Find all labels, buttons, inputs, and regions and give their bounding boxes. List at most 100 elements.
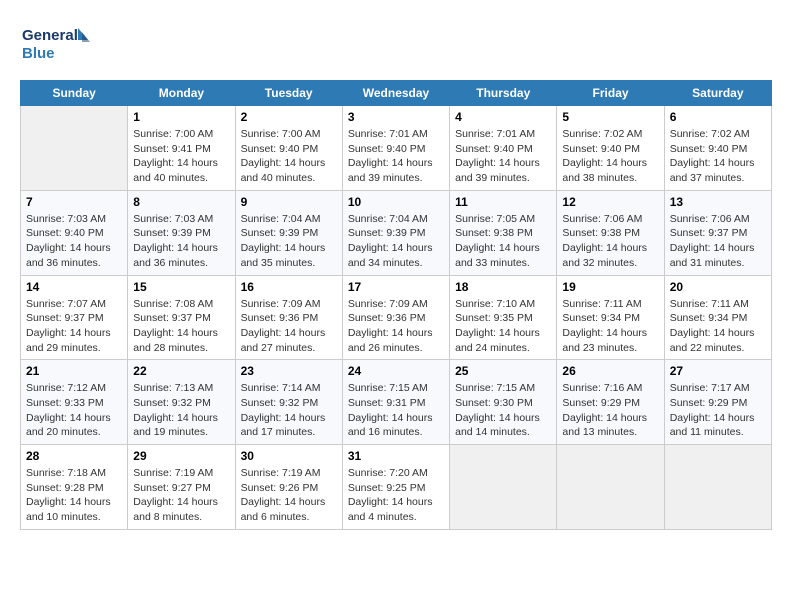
day-number: 17 <box>348 280 444 294</box>
day-number: 6 <box>670 110 766 124</box>
day-number: 21 <box>26 364 122 378</box>
cell-data: Sunrise: 7:12 AM Sunset: 9:33 PM Dayligh… <box>26 381 122 440</box>
cell-data: Sunrise: 7:01 AM Sunset: 9:40 PM Dayligh… <box>348 127 444 186</box>
svg-text:Blue: Blue <box>22 45 55 62</box>
calendar-cell <box>450 445 557 530</box>
day-of-week-header-row: SundayMondayTuesdayWednesdayThursdayFrid… <box>21 81 772 106</box>
cell-data: Sunrise: 7:20 AM Sunset: 9:25 PM Dayligh… <box>348 466 444 525</box>
calendar-cell <box>21 106 128 191</box>
day-number: 14 <box>26 280 122 294</box>
calendar-cell: 27 Sunrise: 7:17 AM Sunset: 9:29 PM Dayl… <box>664 360 771 445</box>
day-number: 15 <box>133 280 229 294</box>
day-number: 27 <box>670 364 766 378</box>
cell-data: Sunrise: 7:16 AM Sunset: 9:29 PM Dayligh… <box>562 381 658 440</box>
day-number: 10 <box>348 195 444 209</box>
calendar-week-row: 14 Sunrise: 7:07 AM Sunset: 9:37 PM Dayl… <box>21 275 772 360</box>
cell-data: Sunrise: 7:02 AM Sunset: 9:40 PM Dayligh… <box>562 127 658 186</box>
calendar-cell: 16 Sunrise: 7:09 AM Sunset: 9:36 PM Dayl… <box>235 275 342 360</box>
day-number: 9 <box>241 195 337 209</box>
calendar-cell: 18 Sunrise: 7:10 AM Sunset: 9:35 PM Dayl… <box>450 275 557 360</box>
calendar-cell: 4 Sunrise: 7:01 AM Sunset: 9:40 PM Dayli… <box>450 106 557 191</box>
calendar-cell: 11 Sunrise: 7:05 AM Sunset: 9:38 PM Dayl… <box>450 190 557 275</box>
calendar-cell: 19 Sunrise: 7:11 AM Sunset: 9:34 PM Dayl… <box>557 275 664 360</box>
day-number: 12 <box>562 195 658 209</box>
calendar-cell: 6 Sunrise: 7:02 AM Sunset: 9:40 PM Dayli… <box>664 106 771 191</box>
logo-svg: General Blue <box>20 20 90 70</box>
cell-data: Sunrise: 7:05 AM Sunset: 9:38 PM Dayligh… <box>455 212 551 271</box>
calendar-cell: 10 Sunrise: 7:04 AM Sunset: 9:39 PM Dayl… <box>342 190 449 275</box>
calendar-cell: 14 Sunrise: 7:07 AM Sunset: 9:37 PM Dayl… <box>21 275 128 360</box>
calendar-cell: 26 Sunrise: 7:16 AM Sunset: 9:29 PM Dayl… <box>557 360 664 445</box>
cell-data: Sunrise: 7:18 AM Sunset: 9:28 PM Dayligh… <box>26 466 122 525</box>
day-number: 25 <box>455 364 551 378</box>
day-number: 31 <box>348 449 444 463</box>
calendar-cell: 7 Sunrise: 7:03 AM Sunset: 9:40 PM Dayli… <box>21 190 128 275</box>
calendar-week-row: 7 Sunrise: 7:03 AM Sunset: 9:40 PM Dayli… <box>21 190 772 275</box>
day-number: 1 <box>133 110 229 124</box>
cell-data: Sunrise: 7:03 AM Sunset: 9:39 PM Dayligh… <box>133 212 229 271</box>
calendar-cell: 29 Sunrise: 7:19 AM Sunset: 9:27 PM Dayl… <box>128 445 235 530</box>
day-number: 29 <box>133 449 229 463</box>
day-number: 13 <box>670 195 766 209</box>
dow-cell: Monday <box>128 81 235 106</box>
cell-data: Sunrise: 7:02 AM Sunset: 9:40 PM Dayligh… <box>670 127 766 186</box>
cell-data: Sunrise: 7:03 AM Sunset: 9:40 PM Dayligh… <box>26 212 122 271</box>
calendar-cell: 20 Sunrise: 7:11 AM Sunset: 9:34 PM Dayl… <box>664 275 771 360</box>
calendar-cell: 30 Sunrise: 7:19 AM Sunset: 9:26 PM Dayl… <box>235 445 342 530</box>
day-number: 30 <box>241 449 337 463</box>
calendar-cell: 25 Sunrise: 7:15 AM Sunset: 9:30 PM Dayl… <box>450 360 557 445</box>
calendar-cell: 1 Sunrise: 7:00 AM Sunset: 9:41 PM Dayli… <box>128 106 235 191</box>
cell-data: Sunrise: 7:01 AM Sunset: 9:40 PM Dayligh… <box>455 127 551 186</box>
day-number: 8 <box>133 195 229 209</box>
cell-data: Sunrise: 7:09 AM Sunset: 9:36 PM Dayligh… <box>241 297 337 356</box>
cell-data: Sunrise: 7:13 AM Sunset: 9:32 PM Dayligh… <box>133 381 229 440</box>
cell-data: Sunrise: 7:15 AM Sunset: 9:30 PM Dayligh… <box>455 381 551 440</box>
day-number: 16 <box>241 280 337 294</box>
dow-cell: Saturday <box>664 81 771 106</box>
cell-data: Sunrise: 7:19 AM Sunset: 9:26 PM Dayligh… <box>241 466 337 525</box>
calendar-cell: 13 Sunrise: 7:06 AM Sunset: 9:37 PM Dayl… <box>664 190 771 275</box>
calendar-cell: 28 Sunrise: 7:18 AM Sunset: 9:28 PM Dayl… <box>21 445 128 530</box>
cell-data: Sunrise: 7:00 AM Sunset: 9:41 PM Dayligh… <box>133 127 229 186</box>
calendar-cell: 9 Sunrise: 7:04 AM Sunset: 9:39 PM Dayli… <box>235 190 342 275</box>
cell-data: Sunrise: 7:19 AM Sunset: 9:27 PM Dayligh… <box>133 466 229 525</box>
day-number: 22 <box>133 364 229 378</box>
day-number: 28 <box>26 449 122 463</box>
calendar-week-row: 1 Sunrise: 7:00 AM Sunset: 9:41 PM Dayli… <box>21 106 772 191</box>
day-number: 19 <box>562 280 658 294</box>
calendar-cell: 8 Sunrise: 7:03 AM Sunset: 9:39 PM Dayli… <box>128 190 235 275</box>
day-number: 18 <box>455 280 551 294</box>
day-number: 4 <box>455 110 551 124</box>
dow-cell: Wednesday <box>342 81 449 106</box>
calendar-cell: 5 Sunrise: 7:02 AM Sunset: 9:40 PM Dayli… <box>557 106 664 191</box>
logo: General Blue <box>20 20 90 70</box>
day-number: 20 <box>670 280 766 294</box>
calendar-table: SundayMondayTuesdayWednesdayThursdayFrid… <box>20 80 772 530</box>
calendar-cell: 31 Sunrise: 7:20 AM Sunset: 9:25 PM Dayl… <box>342 445 449 530</box>
day-number: 2 <box>241 110 337 124</box>
cell-data: Sunrise: 7:09 AM Sunset: 9:36 PM Dayligh… <box>348 297 444 356</box>
cell-data: Sunrise: 7:04 AM Sunset: 9:39 PM Dayligh… <box>348 212 444 271</box>
cell-data: Sunrise: 7:07 AM Sunset: 9:37 PM Dayligh… <box>26 297 122 356</box>
page-header: General Blue <box>20 20 772 70</box>
day-number: 24 <box>348 364 444 378</box>
calendar-week-row: 21 Sunrise: 7:12 AM Sunset: 9:33 PM Dayl… <box>21 360 772 445</box>
day-number: 7 <box>26 195 122 209</box>
day-number: 5 <box>562 110 658 124</box>
calendar-cell: 21 Sunrise: 7:12 AM Sunset: 9:33 PM Dayl… <box>21 360 128 445</box>
svg-text:General: General <box>22 27 78 44</box>
calendar-cell: 3 Sunrise: 7:01 AM Sunset: 9:40 PM Dayli… <box>342 106 449 191</box>
calendar-body: 1 Sunrise: 7:00 AM Sunset: 9:41 PM Dayli… <box>21 106 772 530</box>
calendar-cell: 2 Sunrise: 7:00 AM Sunset: 9:40 PM Dayli… <box>235 106 342 191</box>
calendar-cell: 17 Sunrise: 7:09 AM Sunset: 9:36 PM Dayl… <box>342 275 449 360</box>
day-number: 23 <box>241 364 337 378</box>
cell-data: Sunrise: 7:15 AM Sunset: 9:31 PM Dayligh… <box>348 381 444 440</box>
day-number: 26 <box>562 364 658 378</box>
dow-cell: Friday <box>557 81 664 106</box>
calendar-cell: 12 Sunrise: 7:06 AM Sunset: 9:38 PM Dayl… <box>557 190 664 275</box>
cell-data: Sunrise: 7:11 AM Sunset: 9:34 PM Dayligh… <box>670 297 766 356</box>
cell-data: Sunrise: 7:11 AM Sunset: 9:34 PM Dayligh… <box>562 297 658 356</box>
calendar-week-row: 28 Sunrise: 7:18 AM Sunset: 9:28 PM Dayl… <box>21 445 772 530</box>
calendar-cell <box>664 445 771 530</box>
cell-data: Sunrise: 7:17 AM Sunset: 9:29 PM Dayligh… <box>670 381 766 440</box>
